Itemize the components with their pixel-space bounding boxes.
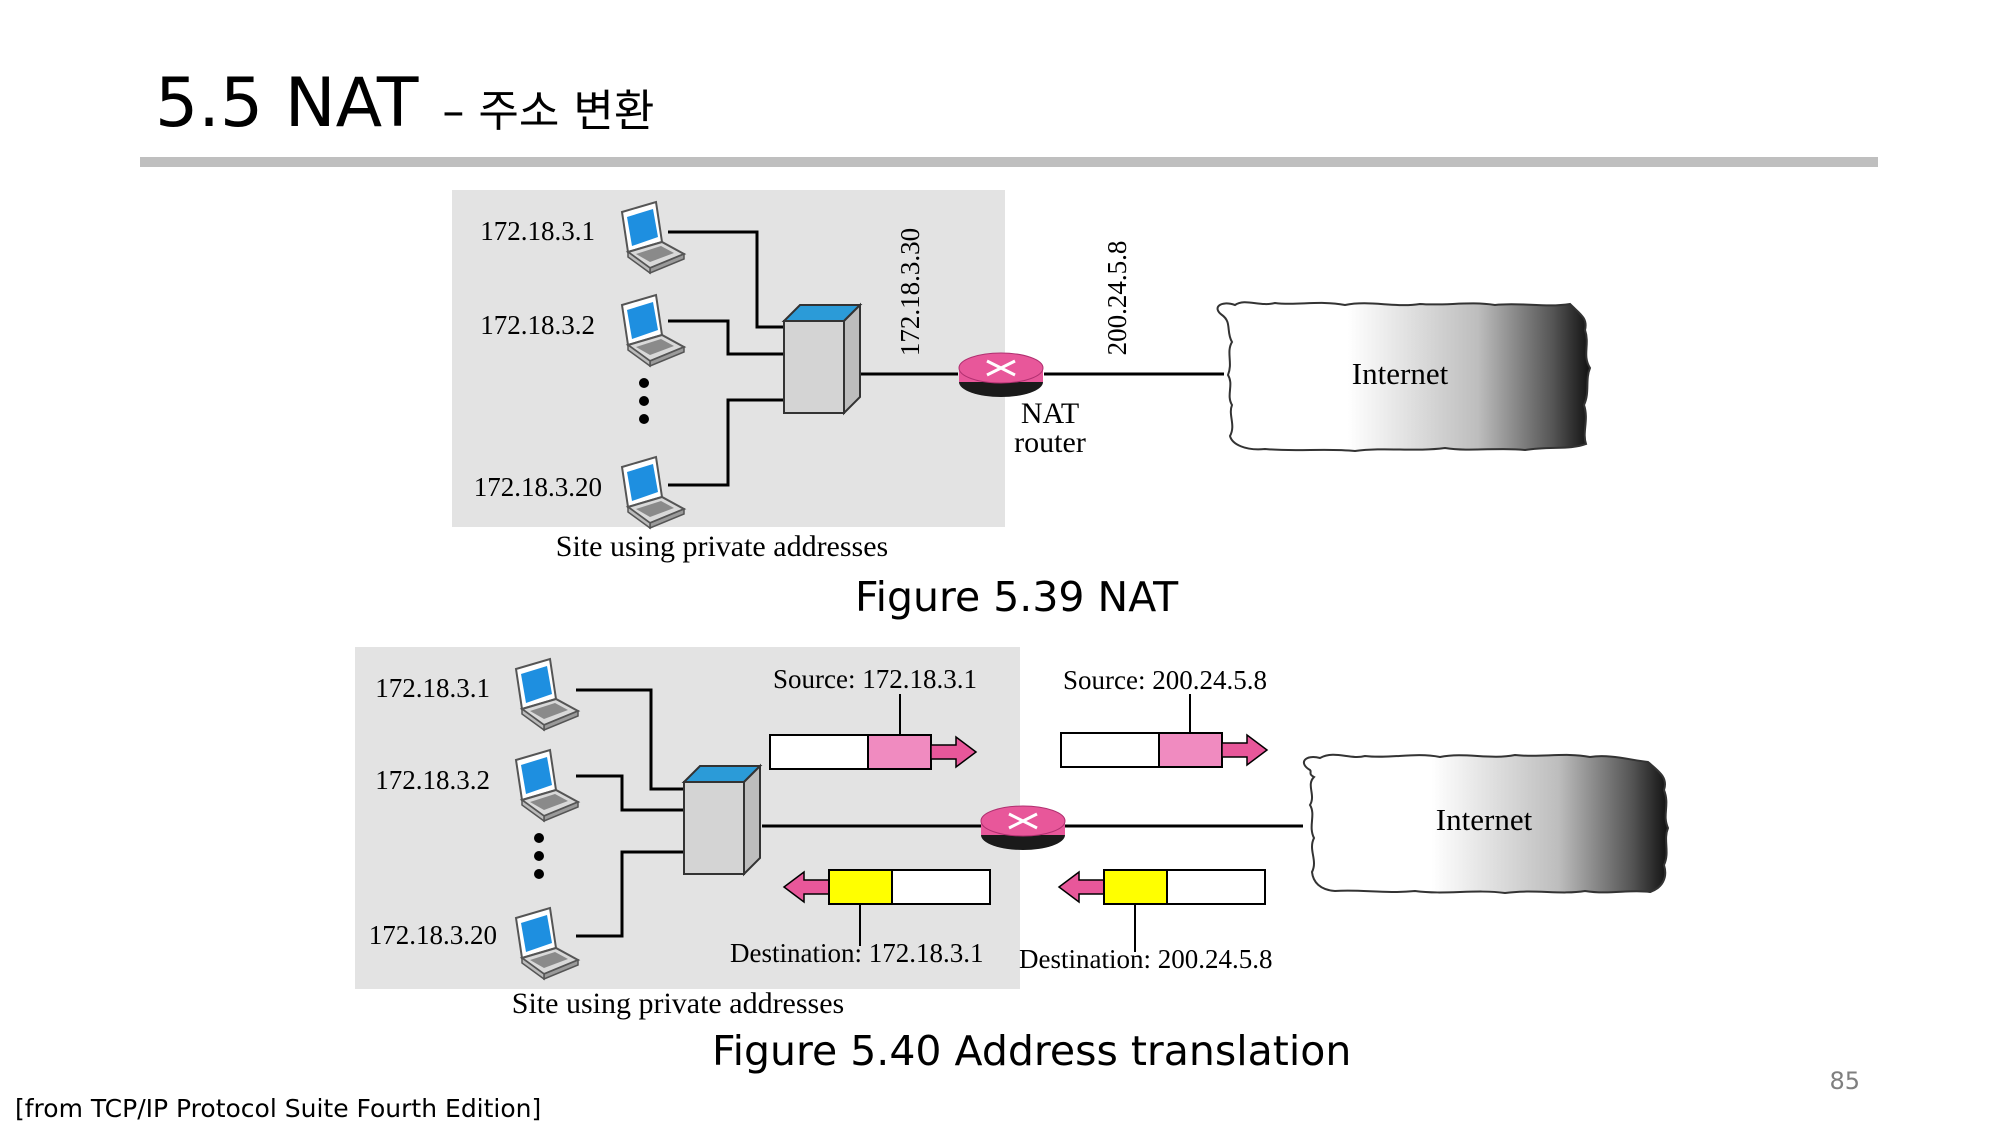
packet-incoming-outside [1057, 869, 1266, 952]
site-label: Site using private addresses [512, 987, 844, 1020]
cloud-label: Internet [1436, 802, 1533, 837]
figure-5-39-caption: Figure 5.39 NAT [855, 573, 1179, 621]
router-icon [979, 804, 1067, 852]
source-note: [from TCP/IP Protocol Suite Fourth Editi… [15, 1094, 542, 1123]
dest-outside-label: Destination: 200.24.5.8 [1019, 944, 1272, 974]
switch-icon [783, 304, 861, 414]
site-label: Site using private addresses [556, 530, 888, 563]
ellipsis-dots [534, 833, 544, 879]
dest-inside-label: Destination: 172.18.3.1 [730, 938, 983, 968]
host-ip-label: 172.18.3.20 [369, 920, 497, 950]
private-router-ip: 172.18.3.30 [895, 228, 925, 356]
arrow-icon [1221, 733, 1269, 767]
host-ip-label: 172.18.3.1 [375, 673, 490, 703]
figure-5-39: 172.18.3.1 172.18.3.2 172.18.3.20 172.18… [452, 190, 1592, 563]
source-outside-label: Source: 200.24.5.8 [1063, 665, 1267, 695]
ellipsis-dots [639, 378, 649, 424]
host-ip-label: 172.18.3.2 [375, 765, 490, 795]
router-label: router [1014, 426, 1086, 459]
host-ip-label: 172.18.3.2 [480, 310, 595, 340]
router-icon [957, 351, 1045, 399]
arrow-icon [1057, 870, 1105, 904]
host-ip-label: 172.18.3.1 [480, 216, 595, 246]
source-inside-label: Source: 172.18.3.1 [773, 664, 977, 694]
cloud-label: Internet [1352, 356, 1449, 391]
packet-outgoing-outside [1060, 694, 1269, 768]
figure-5-40: 172.18.3.1 172.18.3.2 172.18.3.20 Source… [355, 647, 1670, 1020]
switch-icon [683, 765, 761, 875]
host-ip-label: 172.18.3.20 [474, 472, 602, 502]
page-number: 85 [1829, 1067, 1860, 1095]
nat-diagrams: 172.18.3.1 172.18.3.2 172.18.3.20 172.18… [355, 190, 1670, 1020]
figure-5-40-caption: Figure 5.40 Address translation [712, 1027, 1352, 1075]
public-ip: 200.24.5.8 [1102, 241, 1132, 356]
